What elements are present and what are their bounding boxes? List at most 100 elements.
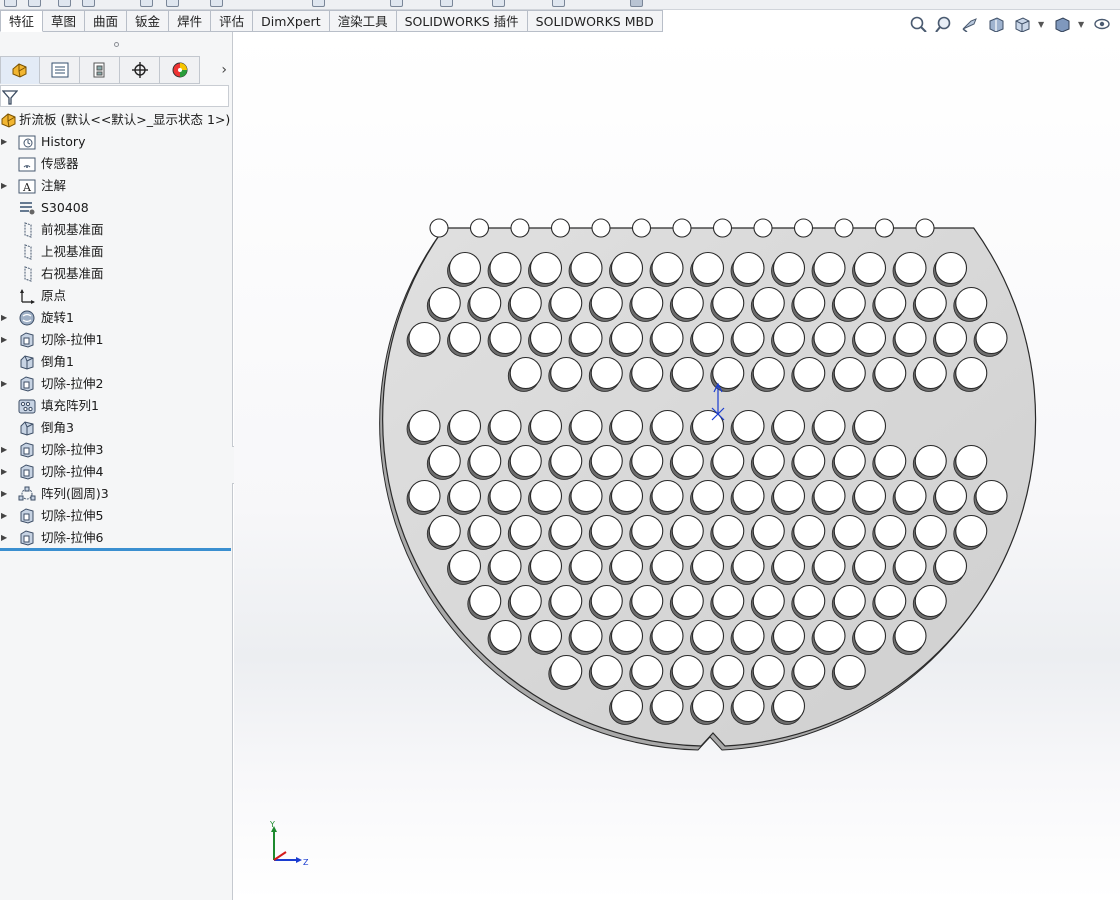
expand-arrow-icon[interactable]: ▶ <box>1 131 7 153</box>
configuration-manager-icon <box>93 62 104 78</box>
tree-item[interactable]: 填充阵列1 <box>0 395 233 417</box>
tree-item[interactable]: 原点 <box>0 285 233 307</box>
expand-arrow-icon[interactable]: ▶ <box>1 175 7 197</box>
tree-item[interactable]: 前视基准面 <box>0 219 233 241</box>
command-tab[interactable]: 钣金 <box>127 10 170 32</box>
circular-pattern-icon <box>18 486 36 502</box>
expand-arrow-icon[interactable]: ▶ <box>1 483 7 505</box>
tree-item[interactable]: ▶ 阵列(圆周)3 <box>0 483 233 505</box>
tree-item-label: 右视基准面 <box>41 266 104 281</box>
tree-item[interactable]: ▶ 切除-拉伸5 <box>0 505 233 527</box>
quick-access-toolbar <box>0 0 1120 10</box>
top-edge-notch <box>672 218 692 238</box>
tree-item[interactable]: ▶ 旋转1 <box>0 307 233 329</box>
graphics-area[interactable]: Y Z <box>234 32 1120 900</box>
toolbar-icon[interactable] <box>166 0 179 7</box>
chamfer-icon <box>18 354 36 370</box>
history-folder-icon <box>18 134 36 150</box>
command-tab[interactable]: 草图 <box>43 10 86 32</box>
toolbar-icon[interactable] <box>4 0 17 7</box>
tree-item-label: 阵列(圆周)3 <box>41 486 109 501</box>
baffle-plate-model[interactable] <box>234 32 1120 900</box>
top-edge-notch <box>753 218 773 238</box>
toolbar-icon[interactable] <box>28 0 41 7</box>
toolbar-icon[interactable] <box>552 0 565 7</box>
toolbar-icon[interactable] <box>140 0 153 7</box>
tree-item[interactable]: ▶ 切除-拉伸6 <box>0 527 233 549</box>
expand-arrow-icon[interactable]: ▶ <box>1 373 7 395</box>
zoom-to-area-icon[interactable] <box>934 14 954 34</box>
plane-icon <box>18 266 36 282</box>
rollback-bar[interactable] <box>0 548 231 551</box>
dimxpert-manager-tab[interactable] <box>120 56 160 84</box>
revolve-icon <box>18 310 36 326</box>
tree-item-label: History <box>41 134 86 149</box>
toolbar-icon[interactable] <box>82 0 95 7</box>
tree-item-label: 切除-拉伸1 <box>41 332 104 347</box>
toolbar-icon[interactable] <box>312 0 325 7</box>
expand-arrow-icon[interactable]: ▶ <box>1 307 7 329</box>
toolbar-icon[interactable] <box>492 0 505 7</box>
expand-arrow-icon[interactable]: ▶ <box>1 461 7 483</box>
tree-item[interactable]: 传感器 <box>0 153 233 175</box>
expand-arrow-icon[interactable]: ▶ <box>1 505 7 527</box>
tree-item[interactable]: ▶ A 注解 <box>0 175 233 197</box>
toolbar-icon[interactable] <box>440 0 453 7</box>
top-edge-notch <box>510 218 530 238</box>
command-tab[interactable]: SOLIDWORKS MBD <box>527 10 663 32</box>
expand-arrow-icon[interactable]: ▶ <box>1 439 7 461</box>
chevron-down-icon[interactable]: ▼ <box>1038 20 1046 29</box>
chevron-down-icon[interactable]: ▼ <box>1078 20 1086 29</box>
property-manager-tab[interactable] <box>40 56 80 84</box>
tree-item[interactable]: ▶ 切除-拉伸4 <box>0 461 233 483</box>
tree-item[interactable]: ▶ 切除-拉伸1 <box>0 329 233 351</box>
annotations-icon: A <box>18 178 36 194</box>
section-view-icon[interactable] <box>986 14 1006 34</box>
tree-item-label: 原点 <box>41 288 67 303</box>
origin-icon <box>18 288 36 304</box>
command-tab[interactable]: 渲染工具 <box>329 10 397 32</box>
tree-item[interactable]: ▶ History <box>0 131 233 153</box>
cut-extrude-icon <box>18 464 36 480</box>
tree-item-label: 切除-拉伸5 <box>41 508 104 523</box>
expand-arrow-icon[interactable]: ▶ <box>1 329 7 351</box>
previous-view-icon[interactable] <box>960 14 980 34</box>
display-manager-tab[interactable] <box>160 56 200 84</box>
tree-item[interactable]: 倒角3 <box>0 417 233 439</box>
tree-root-part[interactable]: 折流板 (默认<<默认>_显示状态 1>) <box>0 109 233 131</box>
tree-item-label: 上视基准面 <box>41 244 104 259</box>
tree-item[interactable]: 右视基准面 <box>0 263 233 285</box>
toolbar-icon[interactable] <box>58 0 71 7</box>
feature-manager-tab[interactable] <box>0 56 40 84</box>
chevron-right-icon[interactable]: › <box>221 62 227 78</box>
tree-item[interactable]: S30408 <box>0 197 233 219</box>
hide-show-items-icon[interactable] <box>1092 14 1112 34</box>
tree-item[interactable]: ▶ 切除-拉伸3 <box>0 439 233 461</box>
toolbar-icon[interactable] <box>390 0 403 7</box>
tree-item-label: 倒角1 <box>41 354 74 369</box>
command-tab[interactable]: 曲面 <box>85 10 128 32</box>
command-tab[interactable]: 焊件 <box>169 10 212 32</box>
command-tab[interactable]: 特征 <box>0 10 44 32</box>
feature-tree: 折流板 (默认<<默认>_显示状态 1>) ▶ History 传感器 ▶ A 注解 S304… <box>0 109 233 549</box>
display-style-icon[interactable] <box>1052 14 1072 34</box>
command-tab[interactable]: DimXpert <box>253 10 330 32</box>
cut-extrude-icon <box>18 508 36 524</box>
zoom-to-fit-icon[interactable] <box>908 14 928 34</box>
tree-item[interactable]: 倒角1 <box>0 351 233 373</box>
command-tab[interactable]: SOLIDWORKS 插件 <box>396 10 528 32</box>
view-orientation-icon[interactable] <box>1012 14 1032 34</box>
tree-item[interactable]: ▶ 切除-拉伸2 <box>0 373 233 395</box>
toolbar-icon[interactable] <box>210 0 223 7</box>
toolbar-icon[interactable] <box>630 0 643 7</box>
command-tab[interactable]: 评估 <box>211 10 254 32</box>
panel-splitter-grip[interactable] <box>0 32 232 56</box>
sensors-folder-icon <box>18 156 36 172</box>
svg-text:A: A <box>22 181 32 194</box>
expand-arrow-icon[interactable]: ▶ <box>1 527 7 549</box>
tree-item-label: 切除-拉伸2 <box>41 376 104 391</box>
top-edge-notch <box>591 218 611 238</box>
tree-item[interactable]: 上视基准面 <box>0 241 233 263</box>
configuration-manager-tab[interactable] <box>80 56 120 84</box>
feature-tree-filter[interactable] <box>0 85 229 107</box>
